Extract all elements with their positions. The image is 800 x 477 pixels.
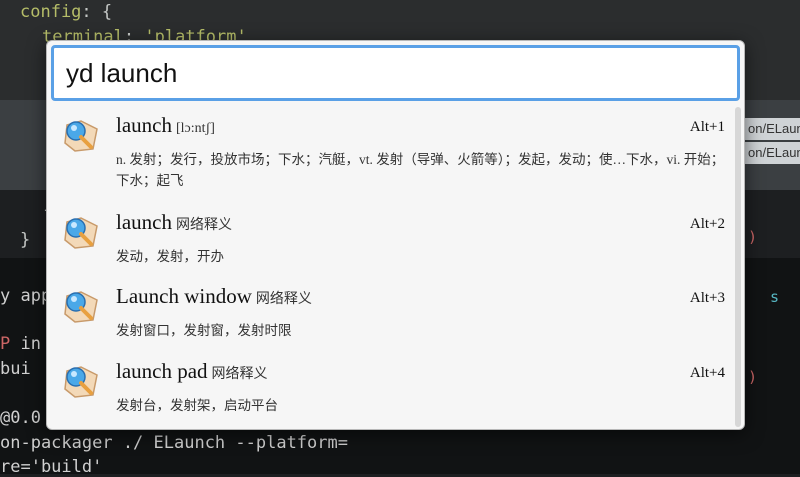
dictionary-icon	[64, 217, 98, 249]
result-item[interactable]: Launch window 网络释义 发射窗口，发射窗，发射时限 Alt+3	[47, 276, 737, 350]
result-note: 网络释义	[175, 218, 232, 233]
result-title: launch pad 网络释义	[116, 359, 268, 384]
result-title: launch 网络释义	[116, 210, 232, 235]
result-title: launch [lɔ:ntʃ]	[116, 113, 215, 138]
side-tab[interactable]: on/ELaun	[744, 118, 800, 140]
result-description: 发射窗口，发射窗，发射时限	[116, 323, 292, 338]
side-tab[interactable]: on/ELaun...	[744, 142, 800, 164]
code-punc: : {	[81, 2, 113, 22]
result-note: 网络释义	[211, 367, 268, 382]
search-box	[51, 45, 740, 101]
result-shortcut: Alt+1	[689, 119, 725, 135]
terminal-line: bui	[0, 359, 31, 379]
code-line-close: }	[20, 230, 31, 250]
result-word: launch	[116, 210, 172, 234]
result-note: 网络释义	[255, 292, 312, 307]
result-phonetic: [lɔ:ntʃ]	[175, 121, 215, 136]
result-description: 发射台，发射架，启动平台	[116, 398, 278, 413]
results-list: launch [lɔ:ntʃ] n. 发射；发行，投放市场；下水；汽艇，vt. 发…	[47, 105, 737, 427]
result-shortcut: Alt+3	[689, 290, 725, 306]
result-item[interactable]: launch 网络释义 发动，发射，开办 Alt+2	[47, 202, 737, 276]
result-word: Launch window	[116, 284, 252, 308]
dictionary-icon	[64, 291, 98, 323]
side-paren: )	[748, 228, 758, 246]
side-paren: )	[748, 368, 758, 386]
code-key: config	[20, 2, 82, 22]
results-scrollbar[interactable]	[735, 107, 741, 427]
launcher-popup: launch[lɔ:ntʃ] n. 发射；发行，投放市场；下水；汽艇，vt. 发…	[46, 40, 745, 430]
result-shortcut: Alt+4	[689, 365, 725, 381]
result-description: 发动，发射，开办	[116, 249, 224, 264]
terminal-line: y app	[0, 286, 52, 306]
search-input[interactable]	[54, 48, 737, 98]
result-word: launch pad	[116, 359, 208, 383]
result-item[interactable]: launch [lɔ:ntʃ] n. 发射；发行，投放市场；下水；汽艇，vt. 发…	[47, 105, 737, 189]
side-text: s	[770, 288, 780, 306]
terminal-line: @0.0	[0, 408, 41, 428]
result-item[interactable]: launch pad 网络释义 发射台，发射架，启动平台 Alt+4	[47, 351, 737, 425]
result-title: Launch window 网络释义	[116, 284, 312, 309]
result-word: launch	[116, 113, 172, 137]
dictionary-icon	[64, 120, 98, 152]
terminal-line: re='build'	[0, 457, 103, 477]
code-line-config: config: {	[20, 2, 112, 22]
terminal-line: on-packager ./ ELaunch --platform=	[0, 433, 348, 453]
result-description: n. 发射；发行，投放市场；下水；汽艇，vt. 发射（导弹、火箭等）；发起，发动…	[116, 152, 725, 188]
terminal-red-text: P	[0, 334, 11, 354]
result-shortcut: Alt+2	[689, 216, 725, 232]
dictionary-icon	[64, 366, 98, 398]
